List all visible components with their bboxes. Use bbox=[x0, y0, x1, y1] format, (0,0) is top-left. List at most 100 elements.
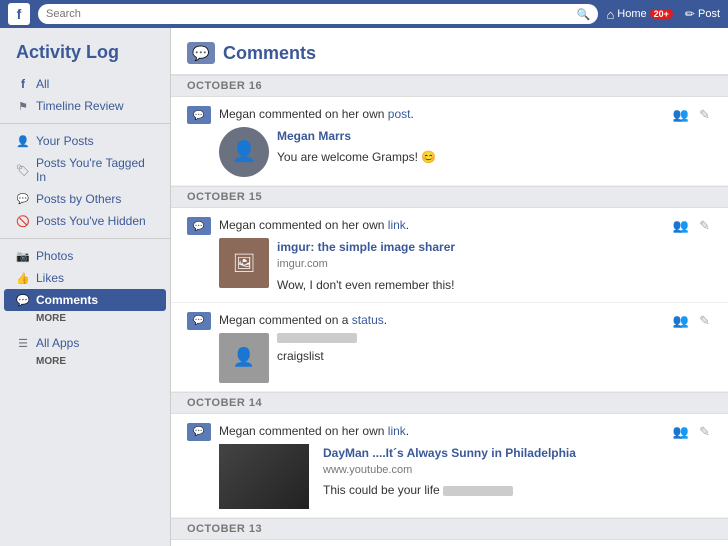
tag-icon: 🏷 bbox=[16, 164, 30, 177]
sidebar-item-all-apps[interactable]: ☰ All Apps bbox=[0, 332, 170, 354]
sidebar-label: Likes bbox=[36, 271, 64, 285]
preview-name: Megan Marrs bbox=[277, 127, 663, 145]
activity-thumb-icon: 💬 bbox=[187, 217, 211, 235]
sidebar-divider-1 bbox=[0, 123, 170, 124]
date-header-oct13: October 13 bbox=[171, 518, 728, 540]
sidebar-item-photos[interactable]: 📷 Photos bbox=[0, 245, 170, 267]
post-link[interactable]: ✏ Post bbox=[685, 7, 720, 21]
speech-icon: 💬 bbox=[16, 194, 30, 205]
activity-item: 💬 Megan commented on her own link. DayMa… bbox=[171, 414, 728, 518]
sidebar-item-likes[interactable]: 👍 Likes bbox=[0, 267, 170, 289]
post-pencil-icon: ✏ bbox=[685, 7, 695, 21]
activity-text: Megan commented on her own post. 👤 Megan… bbox=[219, 105, 663, 177]
comment-icon: 💬 bbox=[16, 294, 30, 307]
grid-icon: ☰ bbox=[16, 337, 30, 350]
topbar-right: ⌂ Home 20+ ✏ Post bbox=[606, 7, 720, 22]
activity-preview: 👤 Megan Marrs You are welcome Gramps! 😊 bbox=[219, 127, 663, 177]
sidebar-label: Posts You've Hidden bbox=[36, 214, 146, 228]
flag-icon: ⚑ bbox=[16, 100, 30, 113]
activity-actions: 👥 ✎ bbox=[671, 311, 712, 331]
search-icon: 🔍 bbox=[577, 8, 591, 21]
preview-comment: Wow, I don't even remember this! bbox=[277, 276, 663, 294]
search-bar[interactable]: 🔍 bbox=[38, 4, 598, 24]
audience-icon[interactable]: 👥 bbox=[671, 105, 691, 125]
main-content: 💬 Comments October 16 💬 Megan commented … bbox=[170, 28, 728, 546]
fb-logo-icon[interactable]: f bbox=[8, 3, 30, 25]
edit-icon[interactable]: ✎ bbox=[697, 105, 712, 125]
sidebar-item-posts-others[interactable]: 💬 Posts by Others bbox=[0, 188, 170, 210]
activity-item: 💬 Megan commented on her own link. 🖼 img… bbox=[171, 208, 728, 303]
sidebar-item-your-posts[interactable]: 👤 Your Posts bbox=[0, 130, 170, 152]
search-input[interactable] bbox=[46, 8, 573, 20]
blurred-name bbox=[277, 333, 357, 343]
sidebar-item-posts-hidden[interactable]: 🚫 Posts You've Hidden bbox=[0, 210, 170, 232]
activity-link[interactable]: link bbox=[388, 218, 406, 232]
sidebar-label: Timeline Review bbox=[36, 99, 124, 113]
edit-icon[interactable]: ✎ bbox=[697, 216, 712, 236]
activity-text: Megan commented on her own link. 🖼 imgur… bbox=[219, 216, 663, 294]
date-header-oct15: October 15 bbox=[171, 186, 728, 208]
audience-icon[interactable]: 👥 bbox=[671, 311, 691, 331]
date-header-oct14: October 14 bbox=[171, 392, 728, 414]
video-thumbnail bbox=[219, 444, 309, 509]
sidebar-label: Posts You're Tagged In bbox=[36, 156, 154, 184]
activity-item: 💬 Megan commented on her own post. 👤 Meg… bbox=[171, 97, 728, 186]
sidebar-section-posts: 👤 Your Posts 🏷 Posts You're Tagged In 💬 … bbox=[0, 130, 170, 232]
audience-icon[interactable]: 👥 bbox=[671, 422, 691, 442]
preview-info: craigslist bbox=[277, 333, 663, 365]
preview-info: Megan Marrs You are welcome Gramps! 😊 bbox=[277, 127, 663, 166]
main-header: 💬 Comments bbox=[171, 28, 728, 75]
sidebar-more-media[interactable]: MORE bbox=[0, 311, 170, 328]
activity-link[interactable]: link bbox=[388, 424, 406, 438]
activity-actions: 👥 ✎ bbox=[671, 216, 712, 236]
sidebar-label: All Apps bbox=[36, 336, 79, 350]
date-header-oct16: October 16 bbox=[171, 75, 728, 97]
sidebar-more-apps[interactable]: MORE bbox=[0, 354, 170, 371]
preview-comment: craigslist bbox=[277, 347, 663, 365]
sidebar-label: All bbox=[36, 77, 49, 91]
activity-thumb-icon: 💬 bbox=[187, 312, 211, 330]
preview-comment: This could be your life bbox=[323, 481, 663, 499]
sidebar-section-media: 📷 Photos 👍 Likes 💬 Comments MORE bbox=[0, 245, 170, 328]
preview-info: imgur: the simple image sharer imgur.com… bbox=[277, 238, 663, 294]
edit-icon[interactable]: ✎ bbox=[697, 311, 712, 331]
activity-text: Megan commented on her own link. DayMan … bbox=[219, 422, 663, 509]
edit-icon[interactable]: ✎ bbox=[697, 422, 712, 442]
video-bg bbox=[219, 444, 309, 509]
preview-title: imgur: the simple image sharer bbox=[277, 238, 663, 256]
activity-thumb-icon: 💬 bbox=[187, 106, 211, 124]
sidebar-divider-2 bbox=[0, 238, 170, 239]
topbar: f 🔍 ⌂ Home 20+ ✏ Post bbox=[0, 0, 728, 28]
sidebar-section-apps: ☰ All Apps MORE bbox=[0, 332, 170, 371]
home-link[interactable]: ⌂ Home 20+ bbox=[606, 7, 672, 22]
sidebar-item-all[interactable]: f All bbox=[0, 73, 170, 95]
sidebar-item-timeline-review[interactable]: ⚑ Timeline Review bbox=[0, 95, 170, 117]
preview-avatar: 🖼 bbox=[219, 238, 269, 288]
preview-comment: You are welcome Gramps! 😊 bbox=[277, 148, 663, 166]
preview-domain: www.youtube.com bbox=[323, 462, 663, 479]
home-badge: 20+ bbox=[650, 9, 673, 19]
activity-preview: DayMan ....It´s Always Sunny in Philadel… bbox=[219, 444, 663, 509]
activity-actions: 👥 ✎ bbox=[671, 422, 712, 442]
activity-preview: 👤 craigslist bbox=[219, 333, 663, 383]
layout: Activity Log f All ⚑ Timeline Review 👤 Y… bbox=[0, 28, 728, 546]
sidebar-item-posts-tagged[interactable]: 🏷 Posts You're Tagged In bbox=[0, 152, 170, 188]
preview-title: DayMan ....It´s Always Sunny in Philadel… bbox=[323, 444, 663, 462]
activity-link[interactable]: status bbox=[352, 313, 384, 327]
sidebar-title: Activity Log bbox=[0, 38, 170, 73]
activity-item: 💬 Megan commented on a link. n before 10… bbox=[171, 540, 728, 546]
sidebar-label: Photos bbox=[36, 249, 73, 263]
activity-thumb-icon: 💬 bbox=[187, 423, 211, 441]
preview-avatar: 👤 bbox=[219, 333, 269, 383]
sidebar: Activity Log f All ⚑ Timeline Review 👤 Y… bbox=[0, 28, 170, 546]
sidebar-label: Your Posts bbox=[36, 134, 94, 148]
activity-link[interactable]: post bbox=[388, 107, 411, 121]
activity-item: 💬 Megan commented on a status. 👤 craigsl… bbox=[171, 303, 728, 392]
fb-small-icon: f bbox=[16, 77, 30, 91]
sidebar-item-comments[interactable]: 💬 Comments bbox=[4, 289, 166, 311]
home-icon: ⌂ bbox=[606, 7, 614, 22]
activity-preview: 🖼 imgur: the simple image sharer imgur.c… bbox=[219, 238, 663, 294]
audience-icon[interactable]: 👥 bbox=[671, 216, 691, 236]
preview-domain: imgur.com bbox=[277, 256, 663, 273]
hidden-icon: 🚫 bbox=[16, 215, 30, 228]
